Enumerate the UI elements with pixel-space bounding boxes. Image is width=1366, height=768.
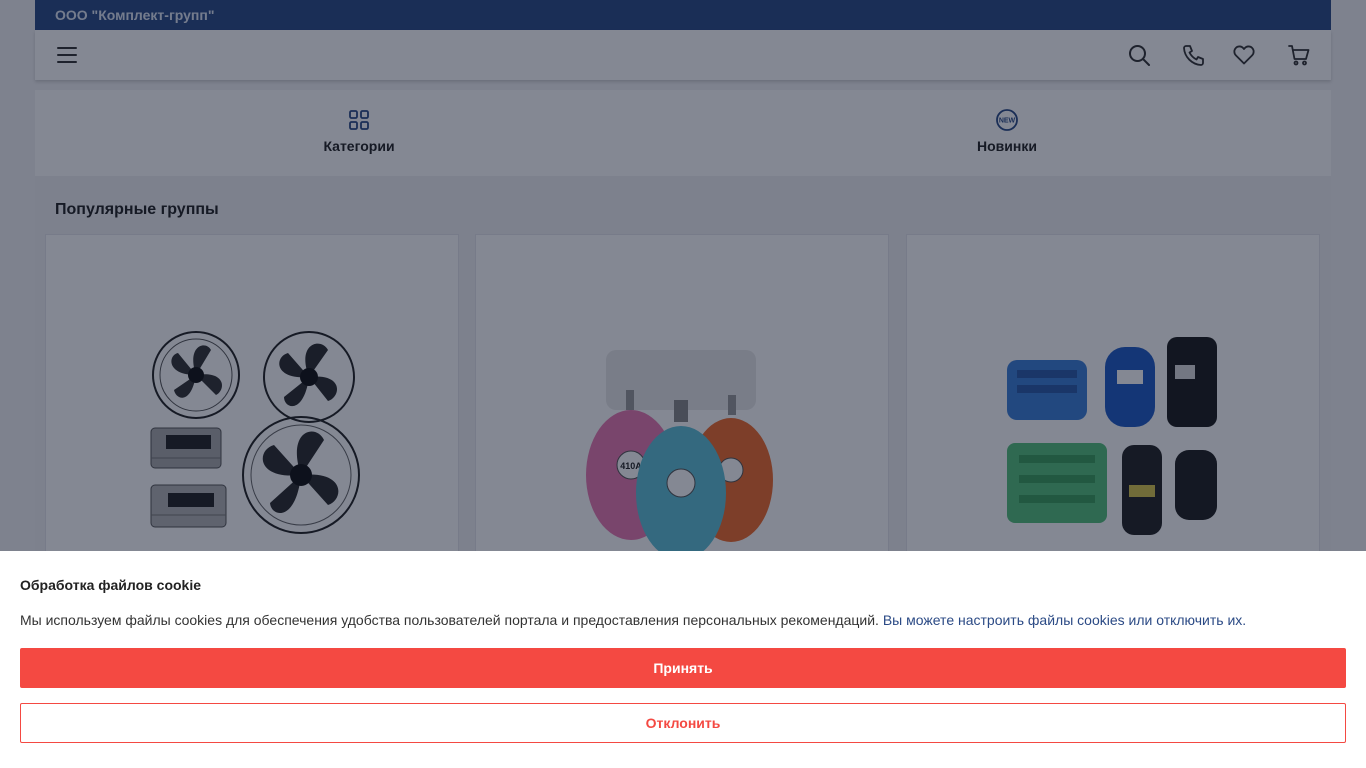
accept-cookies-button[interactable]: Принять (20, 648, 1346, 688)
cookie-description: Мы используем файлы cookies для обеспече… (20, 612, 883, 628)
decline-cookies-button[interactable]: Отклонить (20, 703, 1346, 743)
cookie-text: Мы используем файлы cookies для обеспече… (20, 612, 1246, 628)
cookie-settings-link[interactable]: Вы можете настроить файлы cookies или от… (883, 612, 1246, 628)
cookie-title: Обработка файлов cookie (20, 577, 202, 593)
cookie-consent-banner: Обработка файлов cookie Мы используем фа… (0, 551, 1366, 768)
